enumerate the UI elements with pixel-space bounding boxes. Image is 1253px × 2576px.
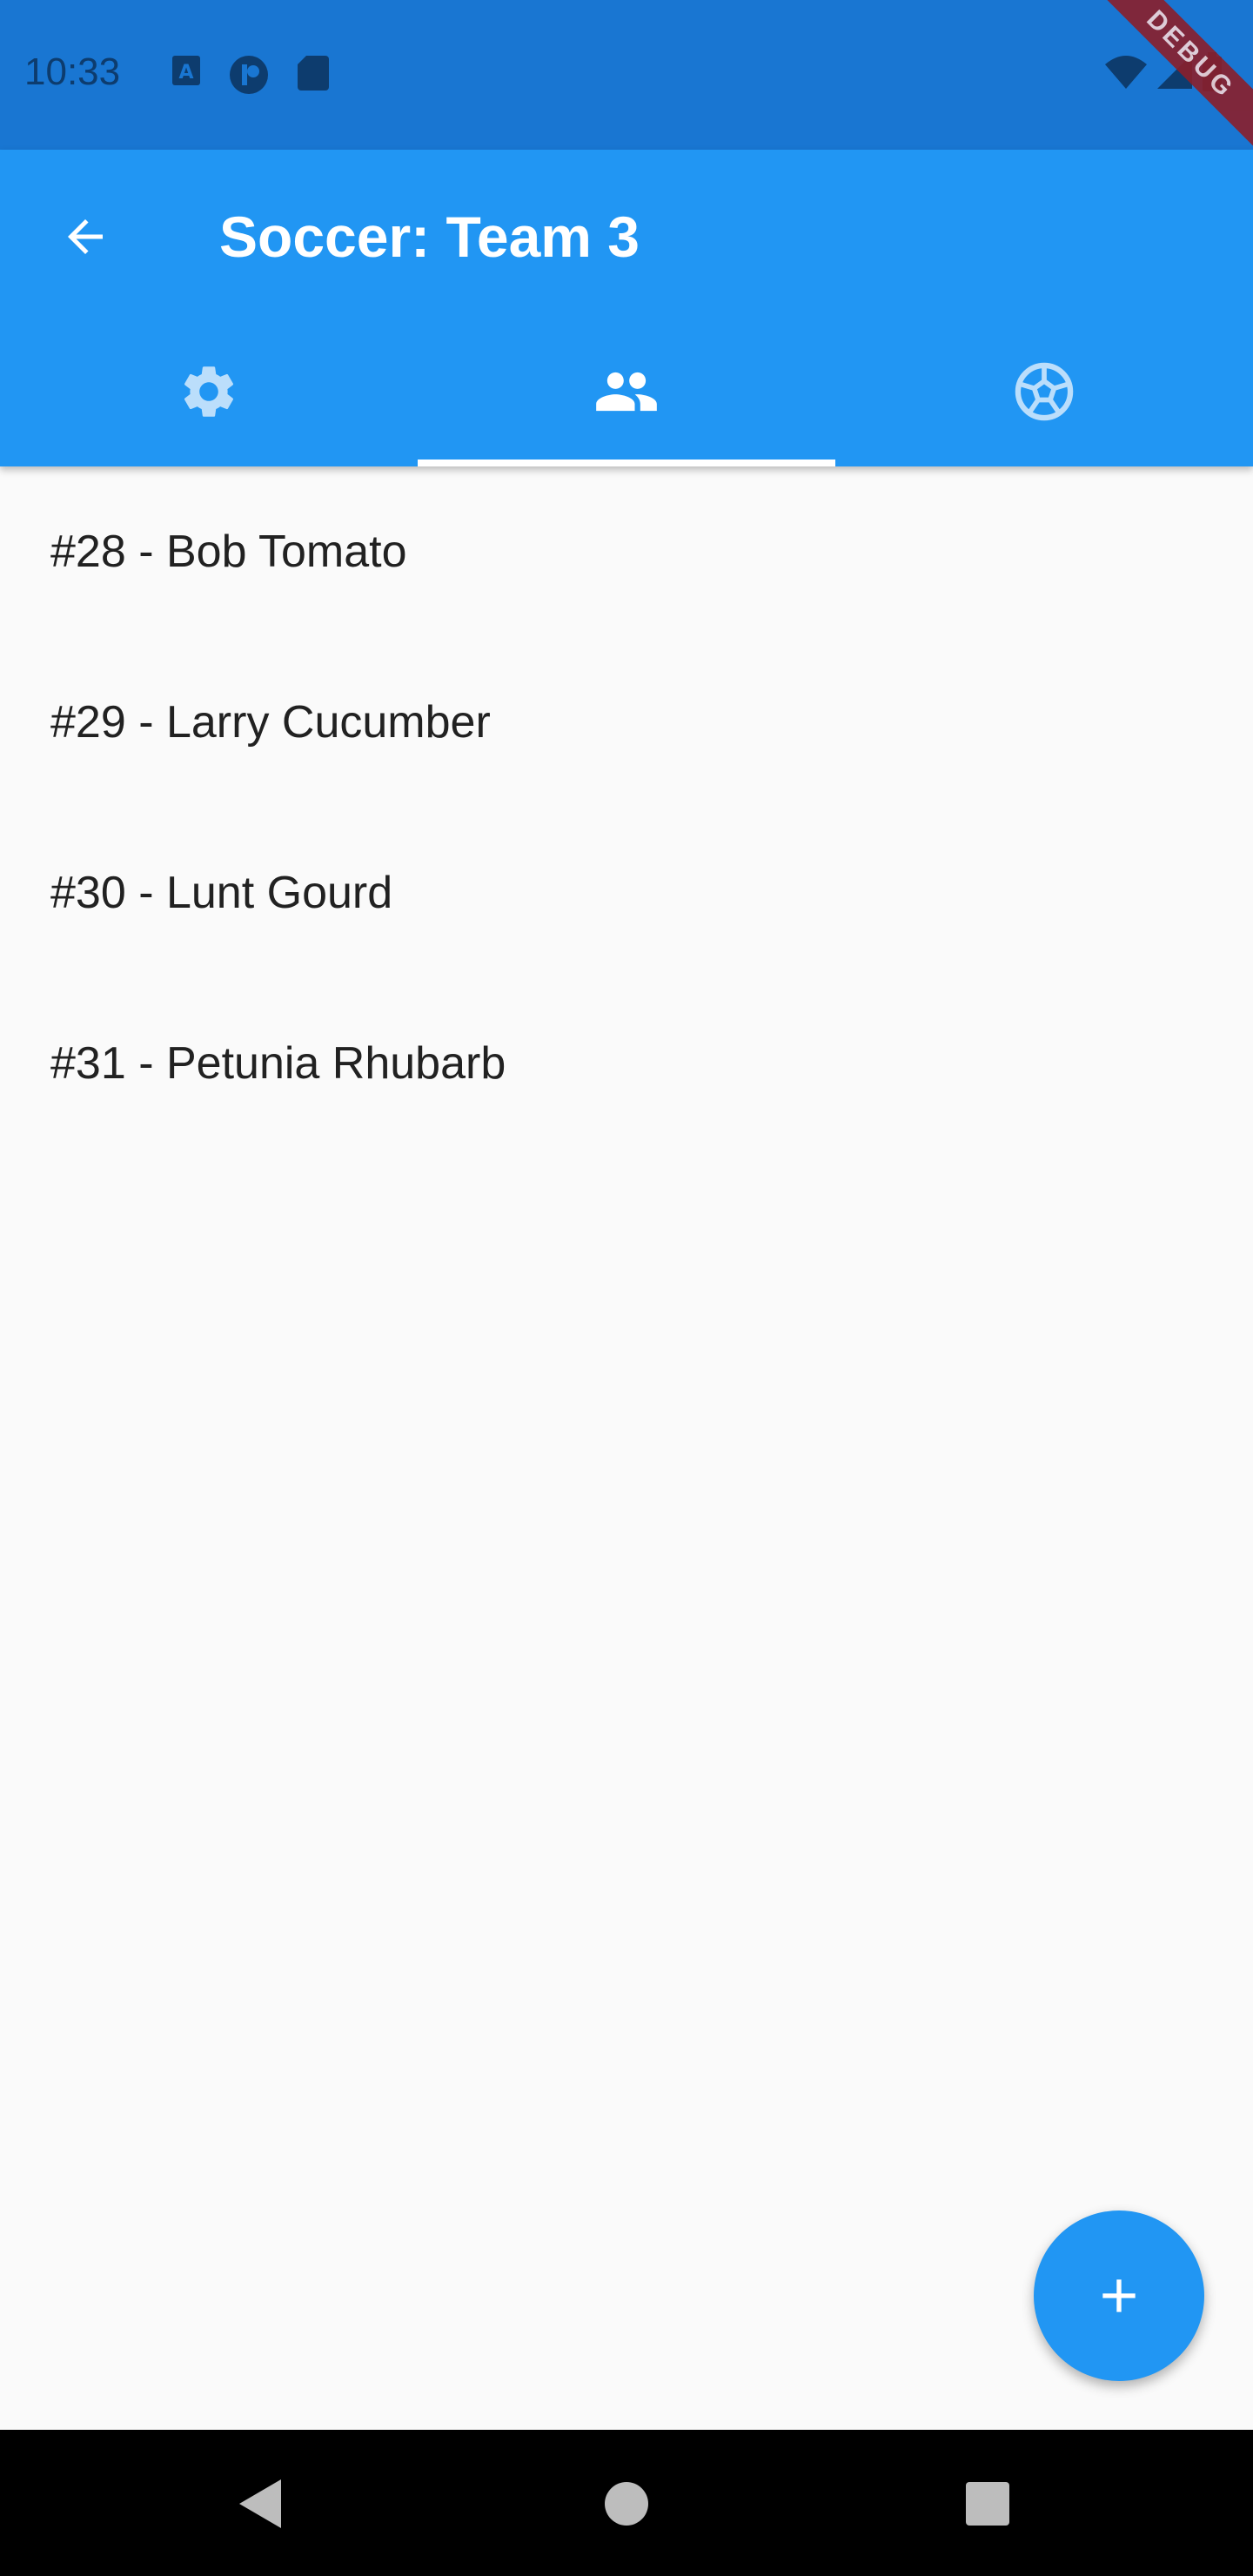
- add-player-button[interactable]: [1034, 2210, 1204, 2381]
- player-label: #28 - Bob Tomato: [50, 527, 407, 577]
- people-icon: [596, 372, 657, 412]
- gear-icon: [184, 366, 234, 417]
- list-item[interactable]: #29 - Larry Cucumber: [0, 637, 1253, 808]
- system-navigation-bar: [0, 2430, 1253, 2576]
- tab-players[interactable]: [418, 317, 835, 466]
- square-recents-icon: [966, 2482, 1009, 2526]
- player-label: #30 - Lunt Gourd: [50, 868, 393, 918]
- nav-home-button[interactable]: [587, 2465, 666, 2543]
- player-label: #31 - Petunia Rhubarb: [50, 1038, 506, 1089]
- status-left-icons: A: [171, 54, 331, 100]
- list-item[interactable]: #31 - Petunia Rhubarb: [0, 978, 1253, 1149]
- arrow-back-icon: [68, 219, 103, 254]
- tab-indicator: [418, 460, 835, 466]
- svg-text:A: A: [178, 62, 193, 84]
- list-item[interactable]: #28 - Bob Tomato: [0, 466, 1253, 637]
- app-bar: Soccer: Team 3: [0, 150, 1253, 466]
- tab-games[interactable]: [835, 317, 1253, 466]
- font-icon: A: [171, 54, 202, 100]
- status-bar: 10:33 A DEBUG: [0, 0, 1253, 168]
- plus-icon: [1102, 2279, 1136, 2312]
- status-time: 10:33: [24, 50, 121, 93]
- page-title: Soccer: Team 3: [219, 205, 640, 269]
- podcast-icon: [228, 54, 270, 100]
- sd-card-icon: [296, 54, 331, 100]
- wifi-icon: [1103, 52, 1149, 97]
- nav-recents-button[interactable]: [948, 2465, 1027, 2543]
- back-button[interactable]: [42, 193, 129, 280]
- player-list: #28 - Bob Tomato #29 - Larry Cucumber #3…: [0, 466, 1253, 1149]
- soccer-ball-icon: [1015, 362, 1074, 421]
- circle-home-icon: [605, 2482, 648, 2526]
- triangle-back-icon: [239, 2479, 281, 2528]
- nav-back-button[interactable]: [221, 2465, 299, 2543]
- player-label: #29 - Larry Cucumber: [50, 697, 491, 748]
- tab-settings[interactable]: [0, 317, 418, 466]
- list-item[interactable]: #30 - Lunt Gourd: [0, 808, 1253, 978]
- tab-bar: [0, 317, 1253, 466]
